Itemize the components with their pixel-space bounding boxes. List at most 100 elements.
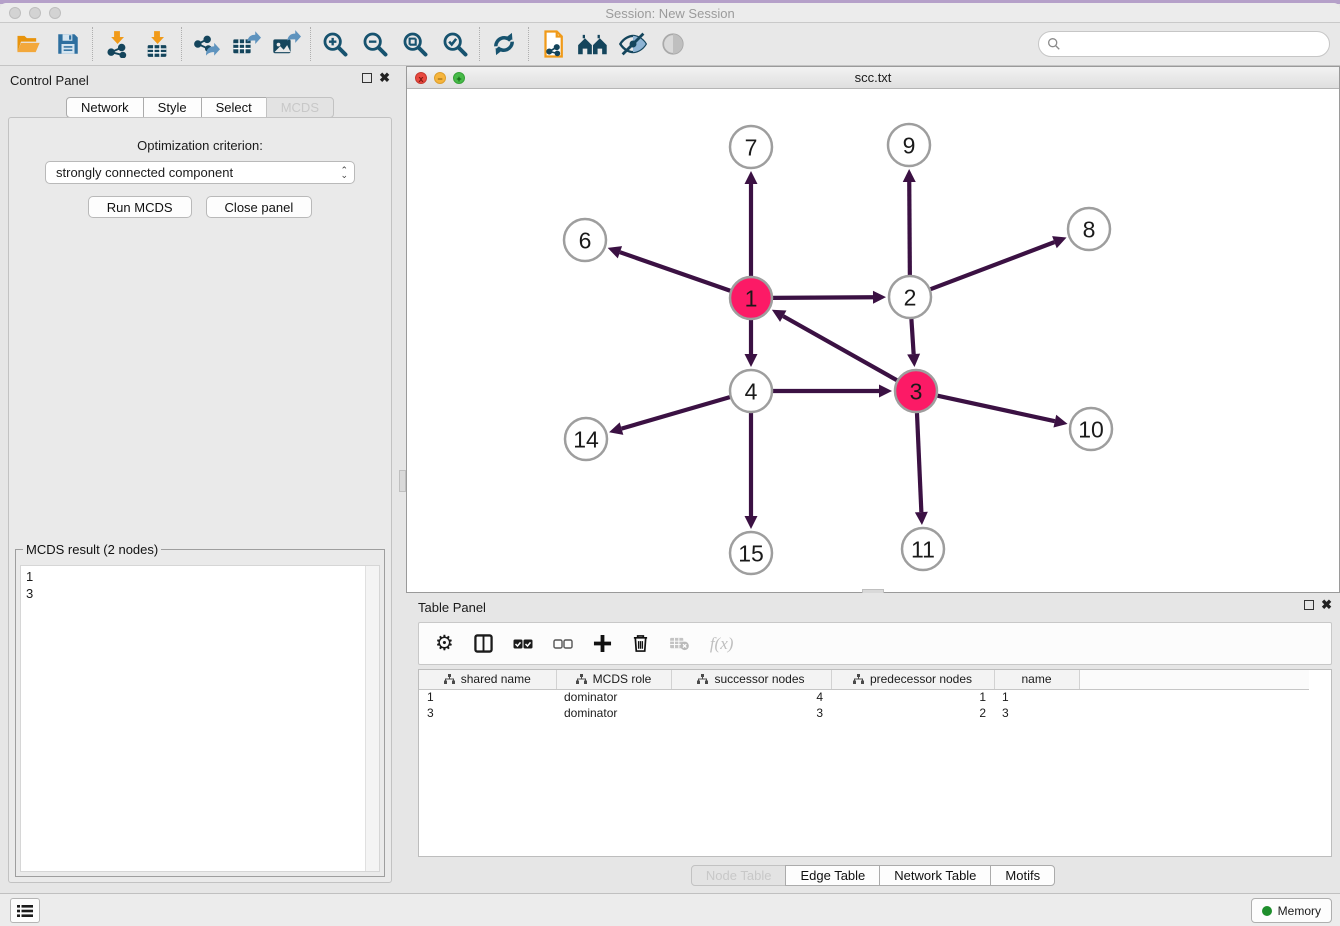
table-tab-node-table[interactable]: Node Table bbox=[691, 865, 787, 886]
toolbar-search[interactable] bbox=[1038, 31, 1330, 57]
network-canvas[interactable]: 7968124314101511 bbox=[407, 89, 1339, 592]
export-image-icon[interactable] bbox=[266, 26, 306, 62]
window-title: Session: New Session bbox=[0, 6, 1340, 21]
mcds-result-line: 1 bbox=[26, 568, 363, 585]
table-cell[interactable]: 1 bbox=[994, 689, 1079, 705]
table-panel-title: Table Panel bbox=[418, 600, 486, 615]
zoom-in-icon[interactable] bbox=[315, 26, 355, 62]
float-panel-icon[interactable] bbox=[362, 73, 372, 83]
save-session-icon[interactable] bbox=[48, 26, 88, 62]
float-table-panel-icon[interactable] bbox=[1304, 600, 1314, 610]
graph-edge-1-2[interactable] bbox=[773, 297, 873, 298]
mcds-result-text: 13 bbox=[26, 568, 363, 602]
graph-edge-arrowhead bbox=[879, 385, 892, 398]
table-cell[interactable]: 3 bbox=[419, 705, 556, 721]
export-table-icon[interactable] bbox=[226, 26, 266, 62]
memory-status-icon bbox=[1262, 906, 1272, 916]
table-tab-edge-table[interactable]: Edge Table bbox=[785, 865, 880, 886]
apply-layout-icon[interactable] bbox=[484, 26, 524, 62]
select-all-icon[interactable] bbox=[513, 638, 533, 650]
network-window-titlebar[interactable]: x − + scc.txt bbox=[407, 67, 1339, 89]
result-scrollbar[interactable] bbox=[365, 566, 379, 871]
vertical-splitter-handle[interactable] bbox=[399, 470, 406, 492]
graph-edge-arrowhead bbox=[903, 169, 916, 182]
export-network-icon[interactable] bbox=[186, 26, 226, 62]
optimization-criterion-select[interactable]: strongly connected component ⌃⌄ bbox=[45, 161, 355, 184]
control-panel-title: Control Panel bbox=[10, 73, 89, 88]
column-header-successor-nodes[interactable]: successor nodes bbox=[671, 670, 831, 689]
task-history-button[interactable] bbox=[10, 898, 40, 923]
mcds-result-line: 3 bbox=[26, 585, 363, 602]
column-header-shared-name[interactable]: shared name bbox=[419, 670, 556, 689]
graph-node-label: 4 bbox=[745, 378, 758, 404]
graph-node-label: 11 bbox=[911, 536, 935, 562]
zoom-selected-icon[interactable] bbox=[435, 26, 475, 62]
table-cell[interactable]: dominator bbox=[556, 689, 671, 705]
graph-edge-2-3[interactable] bbox=[911, 319, 913, 354]
import-network-icon[interactable] bbox=[97, 26, 137, 62]
search-input[interactable] bbox=[1066, 37, 1329, 52]
table-tab-motifs[interactable]: Motifs bbox=[990, 865, 1055, 886]
close-panel-icon[interactable]: ✖ bbox=[379, 73, 390, 83]
column-header-filler bbox=[1079, 670, 1309, 689]
table-cell[interactable]: 3 bbox=[671, 705, 831, 721]
table-row[interactable]: 1dominator411 bbox=[419, 689, 1309, 705]
table-cell[interactable]: 4 bbox=[671, 689, 831, 705]
delete-table-icon[interactable] bbox=[669, 636, 690, 651]
hide-selected-icon[interactable] bbox=[613, 26, 653, 62]
table-row[interactable]: 3dominator323 bbox=[419, 705, 1309, 721]
control-panel-tab-select[interactable]: Select bbox=[201, 97, 267, 118]
control-panel-tab-network[interactable]: Network bbox=[66, 97, 144, 118]
mcds-result-box[interactable]: 13 bbox=[20, 565, 380, 872]
table-cell[interactable]: 2 bbox=[831, 705, 994, 721]
zoom-fit-icon[interactable] bbox=[395, 26, 435, 62]
column-header-MCDS-role[interactable]: MCDS role bbox=[556, 670, 671, 689]
graph-node-label: 6 bbox=[579, 227, 592, 253]
graph-edge-1-6[interactable] bbox=[620, 252, 730, 291]
mcds-tab-content: Optimization criterion: strongly connect… bbox=[8, 117, 392, 883]
graph-edge-3-1[interactable] bbox=[783, 316, 897, 380]
status-bar: Memory bbox=[0, 893, 1340, 926]
graph-edge-arrowhead bbox=[745, 354, 758, 367]
window-titlebar: Session: New Session bbox=[0, 3, 1340, 23]
memory-button[interactable]: Memory bbox=[1251, 898, 1332, 923]
new-network-from-selection-icon[interactable] bbox=[533, 26, 573, 62]
toolbar-separator bbox=[479, 27, 480, 61]
graph-edge-3-10[interactable] bbox=[937, 396, 1054, 421]
table-cell[interactable]: 1 bbox=[419, 689, 556, 705]
network-window-title: scc.txt bbox=[407, 70, 1339, 85]
show-all-icon[interactable] bbox=[653, 26, 693, 62]
node-table[interactable]: shared nameMCDS rolesuccessor nodesprede… bbox=[418, 669, 1332, 857]
create-column-icon[interactable] bbox=[593, 634, 612, 653]
open-session-icon[interactable] bbox=[8, 26, 48, 62]
column-header-predecessor-nodes[interactable]: predecessor nodes bbox=[831, 670, 994, 689]
zoom-out-icon[interactable] bbox=[355, 26, 395, 62]
graph-edge-4-14[interactable] bbox=[622, 397, 730, 429]
run-mcds-button[interactable]: Run MCDS bbox=[88, 196, 192, 218]
table-panel: Table Panel ✖ ⚙ f(x) shared nameMCDS rol… bbox=[406, 593, 1340, 893]
close-table-panel-icon[interactable]: ✖ bbox=[1321, 600, 1332, 610]
show-columns-icon[interactable] bbox=[474, 634, 493, 653]
graph-edge-3-11[interactable] bbox=[917, 413, 921, 512]
table-cell[interactable]: 1 bbox=[831, 689, 994, 705]
change-table-mode-icon[interactable]: ⚙ bbox=[435, 631, 454, 656]
control-panel-tab-mcds[interactable]: MCDS bbox=[266, 97, 334, 118]
toolbar-separator bbox=[181, 27, 182, 61]
control-panel-tab-style[interactable]: Style bbox=[143, 97, 202, 118]
import-table-icon[interactable] bbox=[137, 26, 177, 62]
graph-edge-2-9[interactable] bbox=[909, 182, 910, 275]
column-header-name[interactable]: name bbox=[994, 670, 1079, 689]
graph-node-label: 8 bbox=[1083, 216, 1096, 242]
close-panel-button[interactable]: Close panel bbox=[206, 196, 313, 218]
graph-edge-2-8[interactable] bbox=[931, 242, 1055, 289]
delete-columns-icon[interactable] bbox=[632, 634, 649, 653]
table-tab-network-table[interactable]: Network Table bbox=[879, 865, 991, 886]
first-neighbors-icon[interactable] bbox=[573, 26, 613, 62]
graph-node-label: 7 bbox=[745, 134, 758, 160]
table-cell[interactable]: dominator bbox=[556, 705, 671, 721]
toolbar-separator bbox=[92, 27, 93, 61]
deselect-all-icon[interactable] bbox=[553, 638, 573, 650]
table-cell[interactable]: 3 bbox=[994, 705, 1079, 721]
function-builder-icon[interactable]: f(x) bbox=[710, 634, 734, 654]
graph-edge-arrowhead bbox=[745, 171, 758, 184]
